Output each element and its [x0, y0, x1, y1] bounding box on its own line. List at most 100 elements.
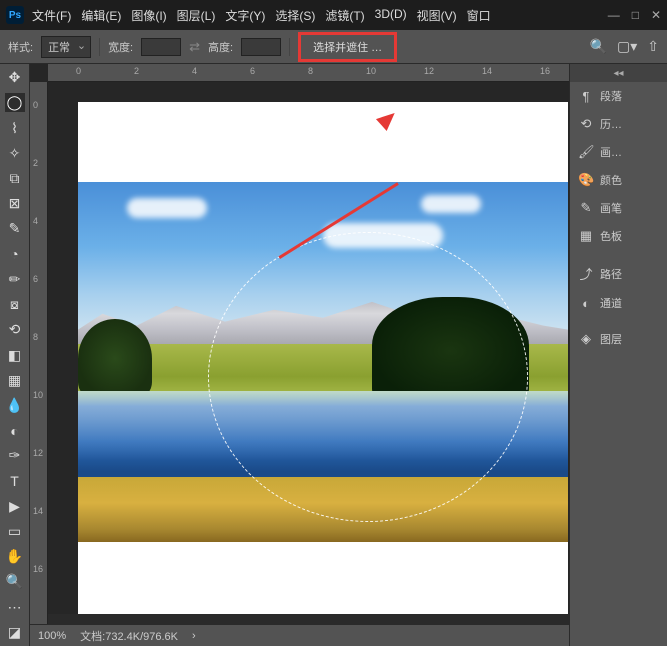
panel-brushes[interactable]: ✎画笔 — [570, 194, 667, 222]
magic-wand-tool[interactable]: ✧ — [5, 144, 25, 163]
dock-toggle[interactable]: ◂◂ — [570, 64, 667, 82]
panel-paragraph[interactable]: ¶段落 — [570, 82, 667, 110]
cloud-icon — [421, 195, 481, 213]
frame-tool[interactable]: ⊠ — [5, 194, 25, 213]
brush-tool[interactable]: ✏ — [5, 270, 25, 289]
history-brush-tool[interactable]: ⟲ — [5, 320, 25, 339]
more-tools[interactable]: ⋯ — [5, 598, 25, 617]
blur-tool[interactable]: 💧 — [5, 396, 25, 415]
eyedropper-tool[interactable]: ✎ — [5, 219, 25, 238]
panel-color[interactable]: 🎨颜色 — [570, 166, 667, 194]
menu-file[interactable]: 文件(F) — [32, 7, 71, 24]
panel-history[interactable]: ⟲历… — [570, 110, 667, 138]
app-logo: Ps — [6, 6, 24, 24]
menu-view[interactable]: 视图(V) — [417, 7, 457, 24]
share-icon[interactable]: ⇧ — [647, 38, 659, 55]
menu-layer[interactable]: 图层(L) — [177, 7, 216, 24]
style-label: 样式: — [8, 39, 33, 55]
panel-brush-presets[interactable]: 🖌画… — [570, 138, 667, 166]
zoom-level[interactable]: 100% — [38, 630, 66, 642]
document-canvas[interactable] — [78, 102, 568, 614]
panel-label: 画… — [600, 144, 622, 160]
width-label: 宽度: — [108, 39, 133, 55]
palette-icon: 🎨 — [578, 172, 594, 188]
cloud-icon — [127, 198, 207, 218]
ruler-tick: 0 — [33, 100, 38, 110]
ruler-tick: 14 — [482, 66, 492, 76]
history-icon: ⟲ — [578, 116, 594, 132]
panel-label: 图层 — [600, 331, 622, 347]
options-right-icons: 🔍 ▢▾ ⇧ — [590, 38, 659, 55]
separator — [289, 38, 290, 56]
select-and-mask-button[interactable]: 选择并遮住 … — [298, 32, 397, 62]
width-input[interactable] — [141, 38, 181, 56]
menu-edit[interactable]: 编辑(E) — [81, 7, 121, 24]
ruler-horizontal[interactable]: 0 2 4 6 8 10 12 14 16 — [48, 64, 569, 82]
menu-window[interactable]: 窗口 — [467, 7, 491, 24]
ruler-tick: 10 — [33, 390, 43, 400]
clone-tool[interactable]: ⧇ — [5, 295, 25, 314]
dodge-tool[interactable]: ◐ — [5, 421, 25, 440]
marquee-tool[interactable]: ◯ — [5, 93, 25, 112]
menu-type[interactable]: 文字(Y) — [225, 7, 265, 24]
style-select[interactable]: 正常 — [41, 36, 91, 58]
lasso-tool[interactable]: ⌇ — [5, 118, 25, 137]
menu-3d[interactable]: 3D(D) — [375, 7, 407, 24]
canvas-area[interactable] — [48, 82, 569, 614]
menu-bar: 文件(F) 编辑(E) 图像(I) 图层(L) 文字(Y) 选择(S) 滤镜(T… — [32, 7, 608, 24]
height-input[interactable] — [241, 38, 281, 56]
ruler-tick: 12 — [424, 66, 434, 76]
panel-channels[interactable]: ◐通道 — [570, 289, 667, 317]
ruler-tick: 6 — [250, 66, 255, 76]
ruler-tick: 2 — [33, 158, 38, 168]
ruler-tick: 4 — [33, 216, 38, 226]
panel-label: 路径 — [600, 266, 622, 282]
channels-icon: ◐ — [578, 296, 594, 311]
swatches-icon: ▦ — [578, 228, 594, 244]
menu-select[interactable]: 选择(S) — [275, 7, 315, 24]
grass-front — [78, 477, 568, 542]
scrollbar-horizontal[interactable] — [30, 614, 569, 624]
gradient-tool[interactable]: ▦ — [5, 371, 25, 390]
type-tool[interactable]: T — [5, 472, 25, 491]
pen-tool[interactable]: ✑ — [5, 446, 25, 465]
paragraph-icon: ¶ — [578, 89, 594, 104]
zoom-tool[interactable]: 🔍 — [5, 572, 25, 591]
image-content — [78, 182, 568, 542]
move-tool[interactable]: ✥ — [5, 68, 25, 87]
healing-tool[interactable]: ◔ — [5, 245, 25, 264]
cloud-icon — [323, 223, 443, 248]
panel-paths[interactable]: ⤴路径 — [570, 258, 667, 289]
maximize-button[interactable]: □ — [632, 8, 639, 22]
tree-right — [372, 297, 529, 405]
canvas-wrap: 0 2 4 6 8 10 12 14 16 0 2 4 6 8 10 12 14… — [30, 64, 569, 646]
panel-label: 画笔 — [600, 200, 622, 216]
eraser-tool[interactable]: ◧ — [5, 345, 25, 364]
ruler-tick: 8 — [308, 66, 313, 76]
ruler-tick: 10 — [366, 66, 376, 76]
search-icon[interactable]: 🔍 — [590, 38, 607, 55]
ruler-tick: 4 — [192, 66, 197, 76]
panel-layers[interactable]: ◈图层 — [570, 325, 667, 353]
crop-tool[interactable]: ⧉ — [5, 169, 25, 188]
shape-tool[interactable]: ▭ — [5, 522, 25, 541]
color-swatch[interactable]: ◪ — [5, 623, 25, 642]
ruler-tick: 0 — [76, 66, 81, 76]
doc-info[interactable]: 文档:732.4K/976.6K — [80, 628, 178, 644]
swap-icon[interactable]: ⇄ — [189, 39, 200, 55]
menu-filter[interactable]: 滤镜(T) — [325, 7, 364, 24]
panel-swatches[interactable]: ▦ 色板 — [570, 222, 667, 250]
close-button[interactable]: ✕ — [651, 8, 661, 22]
panel-label: 色板 — [600, 228, 622, 244]
ruler-vertical[interactable]: 0 2 4 6 8 10 12 14 16 — [30, 82, 48, 624]
path-select-tool[interactable]: ▶ — [5, 497, 25, 516]
hand-tool[interactable]: ✋ — [5, 547, 25, 566]
minimize-button[interactable]: — — [608, 8, 620, 22]
status-chevron-icon[interactable]: › — [192, 630, 196, 642]
lake-reflection — [78, 391, 568, 462]
workspace-icon[interactable]: ▢▾ — [617, 38, 637, 55]
menu-image[interactable]: 图像(I) — [131, 7, 166, 24]
panel-separator — [570, 250, 667, 258]
ruler-tick: 14 — [33, 506, 43, 516]
height-label: 高度: — [208, 39, 233, 55]
